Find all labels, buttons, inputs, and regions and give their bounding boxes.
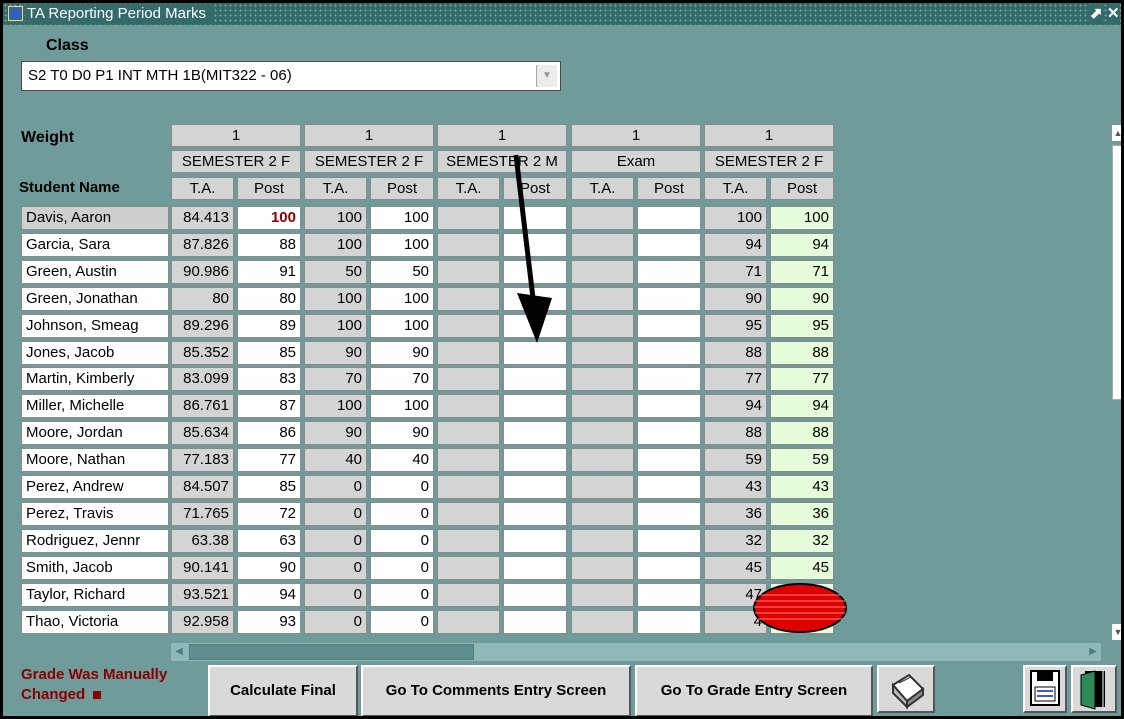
app-window: TA Reporting Period Marks ⬈ ✕ Class S2 T… [3, 3, 1121, 716]
scroll-up-icon[interactable]: ▲ [1112, 125, 1121, 141]
legend-line-2: Changed [21, 686, 86, 703]
go-to-comments-button[interactable]: Go To Comments Entry Screen [361, 665, 631, 716]
printer-icon [891, 673, 925, 710]
legend-line-1: Grade Was Manually [21, 666, 168, 683]
scroll-down-icon[interactable]: ▼ [1112, 624, 1121, 640]
annotation-highlight-ellipse [753, 583, 847, 633]
save-icon [1030, 670, 1060, 706]
manual-change-legend: Grade Was Manually Changed [21, 665, 167, 705]
vertical-scrollbar[interactable]: ▲ ▼ [1112, 125, 1121, 640]
save-button[interactable] [1023, 665, 1067, 713]
scroll-left-icon[interactable]: ◀ [171, 644, 187, 660]
vertical-scroll-thumb[interactable] [1112, 145, 1121, 400]
annotation-arrow-head [517, 293, 552, 343]
exit-button[interactable] [1071, 665, 1117, 713]
horizontal-scrollbar[interactable]: ◀ ▶ [171, 643, 1101, 661]
exit-door-icon [1080, 670, 1105, 710]
annotation-arrow-shaft [513, 154, 538, 316]
annotation-layer [513, 154, 847, 633]
manual-change-marker-icon [93, 691, 102, 700]
scroll-thumb[interactable] [189, 644, 474, 660]
print-button[interactable] [877, 665, 935, 713]
calculate-final-button[interactable]: Calculate Final [208, 665, 358, 716]
go-to-grade-entry-button[interactable]: Go To Grade Entry Screen [635, 665, 873, 716]
scroll-right-icon[interactable]: ▶ [1085, 644, 1101, 660]
